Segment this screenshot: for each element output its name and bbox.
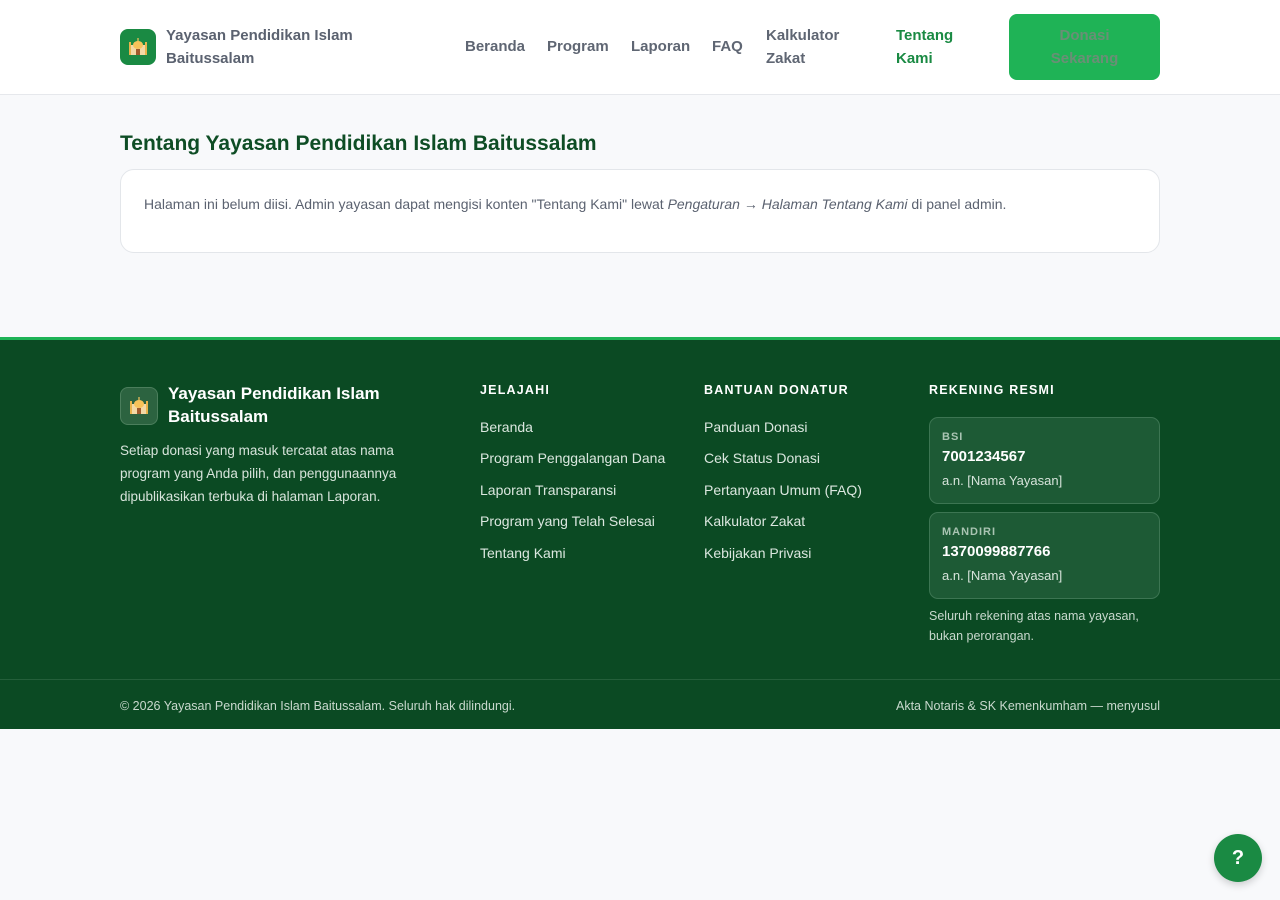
- account-card-mandiri: MANDIRI 1370099887766 a.n. [Nama Yayasan…: [929, 512, 1160, 599]
- accounts-note: Seluruh rekening atas nama yayasan, buka…: [929, 609, 1139, 643]
- footer-link-laporan-transparansi[interactable]: Laporan Transparansi: [480, 482, 616, 498]
- account-card-bsi: BSI 7001234567 a.n. [Nama Yayasan]: [929, 417, 1160, 504]
- nav-kalkulator-zakat[interactable]: Kalkulator Zakat: [766, 24, 852, 70]
- footer-col-title-jelajahi: JELAJAHI: [480, 383, 551, 397]
- help-button[interactable]: ?: [1214, 834, 1262, 882]
- nav-tentang-kami[interactable]: Tentang Kami: [896, 24, 966, 70]
- footer-col-title-rekening: REKENING RESMI: [929, 383, 1055, 397]
- footer-link-cek-status[interactable]: Cek Status Donasi: [704, 450, 820, 466]
- card-em-settings: Pengaturan: [667, 196, 740, 212]
- nav-beranda[interactable]: Beranda: [465, 35, 525, 58]
- footer-link-kebijakan-privasi[interactable]: Kebijakan Privasi: [704, 545, 811, 561]
- footer-link-beranda[interactable]: Beranda: [480, 419, 533, 435]
- card-text-before: Halaman ini belum diisi. Admin yayasan d…: [144, 196, 668, 212]
- account-number: 1370099887766: [942, 543, 1051, 560]
- footer-col-title-bantuan: BANTUAN DONATUR: [704, 383, 849, 397]
- brand-name[interactable]: Yayasan Pendidikan Islam Baitussalam: [166, 24, 366, 70]
- page-title: Tentang Yayasan Pendidikan Islam Baituss…: [120, 132, 597, 155]
- logo[interactable]: [120, 29, 156, 65]
- footer-link-program-penggalangan[interactable]: Program Penggalangan Dana: [480, 450, 665, 466]
- account-bank: MANDIRI: [942, 526, 997, 538]
- site-header: Yayasan Pendidikan Islam Baitussalam Ber…: [0, 0, 1280, 95]
- content-card: Halaman ini belum diisi. Admin yayasan d…: [120, 169, 1160, 253]
- footer-link-panduan-donasi[interactable]: Panduan Donasi: [704, 419, 808, 435]
- footer-description: Setiap donasi yang masuk tercatat atas n…: [120, 443, 397, 504]
- legal-note: Akta Notaris & SK Kemenkumham — menyusul: [896, 699, 1160, 713]
- site-footer: Yayasan Pendidikan Islam Baitussalam Set…: [0, 337, 1280, 729]
- account-holder: a.n. [Nama Yayasan]: [942, 473, 1063, 488]
- card-arrow: →: [739, 196, 762, 212]
- card-em-about-page: Halaman Tentang Kami: [761, 196, 908, 212]
- footer-logo: [120, 387, 158, 425]
- footer-brand-name: Yayasan Pendidikan Islam Baitussalam: [168, 384, 380, 426]
- footer-link-faq[interactable]: Pertanyaan Umum (FAQ): [704, 482, 862, 498]
- nav-laporan[interactable]: Laporan: [631, 35, 690, 58]
- mosque-icon: [129, 38, 147, 55]
- nav-faq[interactable]: FAQ: [712, 35, 743, 58]
- copyright: © 2026 Yayasan Pendidikan Islam Baitussa…: [120, 699, 516, 713]
- mosque-icon: [130, 397, 148, 414]
- account-bank: BSI: [942, 431, 964, 443]
- footer-divider: [0, 679, 1280, 680]
- footer-link-program-selesai[interactable]: Program yang Telah Selesai: [480, 513, 655, 529]
- footer-link-kalkulator-zakat[interactable]: Kalkulator Zakat: [704, 513, 805, 529]
- card-text-after: di panel admin.: [907, 196, 1007, 212]
- account-holder: a.n. [Nama Yayasan]: [942, 568, 1063, 583]
- account-number: 7001234567: [942, 448, 1026, 465]
- footer-link-tentang-kami[interactable]: Tentang Kami: [480, 545, 566, 561]
- donate-button[interactable]: Donasi Sekarang: [1009, 14, 1160, 80]
- nav-program[interactable]: Program: [547, 35, 609, 58]
